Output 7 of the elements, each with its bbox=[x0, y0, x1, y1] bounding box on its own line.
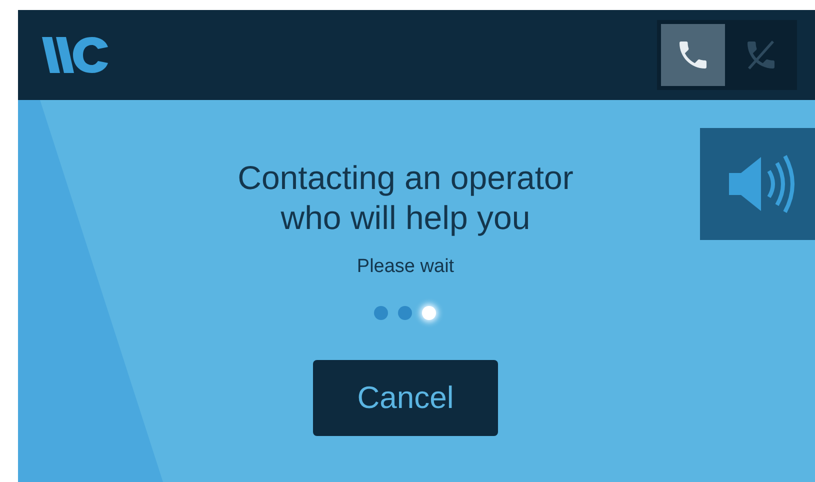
cancel-button[interactable]: Cancel bbox=[312, 360, 498, 436]
logo-icon bbox=[40, 35, 110, 75]
speaker-button[interactable] bbox=[700, 128, 815, 240]
status-title: Contacting an operator who will help you bbox=[238, 158, 574, 238]
status-subtitle: Please wait bbox=[356, 256, 454, 278]
speaker-icon bbox=[726, 153, 796, 215]
answer-button[interactable] bbox=[661, 24, 725, 86]
